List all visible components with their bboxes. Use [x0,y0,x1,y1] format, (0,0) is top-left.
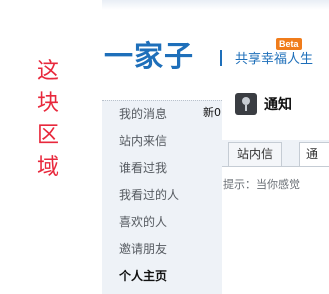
site-logo[interactable]: 一家子 [104,36,194,76]
tab-inbox[interactable]: 站内信 [228,142,283,166]
tab-notice[interactable]: 通 [299,142,329,166]
speaker-icon [235,93,257,115]
sidebar-item-profile[interactable]: 个人主页 [102,263,222,290]
beta-badge: Beta [276,38,302,50]
sidebar-item-who-viewed-me[interactable]: 谁看过我 [102,155,222,182]
site-slogan: 共享幸福人生 [235,52,314,67]
sidebar-item-invite-friends[interactable]: 邀请朋友 [102,236,222,263]
top-strip [102,0,329,10]
annotation-char: 块 [36,91,59,116]
notice-title: 通知 [264,97,292,113]
annotation-text: 这 块 区 域 [30,56,66,184]
content-area: 通知 站内信 通 提示：当你感觉 [222,88,329,294]
logo-separator [220,50,222,66]
sidebar-item-people-i-viewed[interactable]: 我看过的人 [102,182,222,209]
sidebar-item-liked-people[interactable]: 喜欢的人 [102,209,222,236]
new-count-badge: 新0 [203,106,221,119]
annotation-char: 区 [36,123,59,148]
hint-text: 提示：当你感觉 [223,178,300,191]
tab-bar: 站内信 通 [222,140,329,167]
annotation-char: 域 [36,155,59,180]
annotation-char: 这 [36,59,59,84]
sidebar-nav: 我的消息 站内来信 谁看过我 我看过的人 喜欢的人 邀请朋友 个人主页 [102,100,222,294]
sidebar-item-inbox[interactable]: 站内来信 [102,128,222,155]
page-frame: 一家子 Beta 共享幸福人生 我的消息 站内来信 谁看过我 我看过的人 喜欢的… [102,0,329,294]
